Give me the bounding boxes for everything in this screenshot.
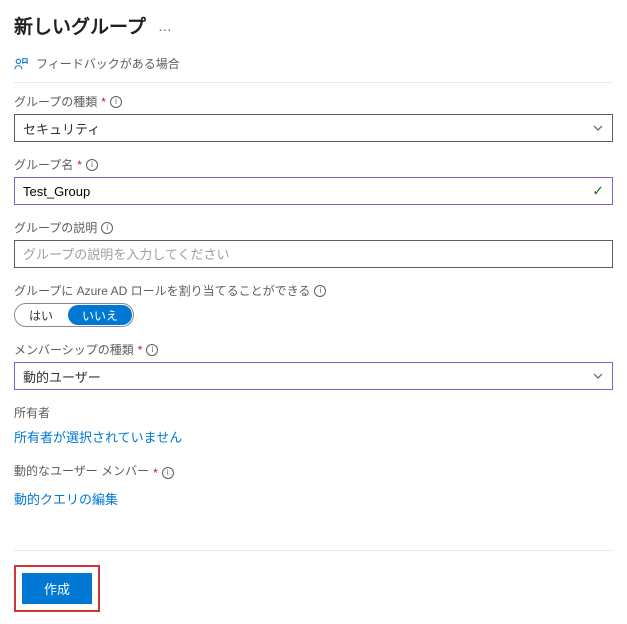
group-description-label: グループの説明 (14, 219, 97, 236)
checkmark-icon: ✓ (592, 183, 604, 200)
chevron-down-icon (592, 122, 604, 134)
azure-ad-role-label: グループに Azure AD ロールを割り当てることができる (14, 282, 310, 299)
dynamic-query-link[interactable]: 動的クエリの編集 (14, 487, 118, 510)
dynamic-members-label: 動的なユーザー メンバー (14, 462, 149, 479)
required-indicator: * (101, 95, 106, 109)
owners-link[interactable]: 所有者が選択されていません (14, 425, 182, 448)
toggle-option-yes[interactable]: はい (15, 304, 67, 326)
required-indicator: * (138, 343, 143, 357)
feedback-icon (14, 57, 28, 71)
info-icon[interactable]: i (101, 222, 113, 234)
page-title: 新しいグループ (14, 12, 146, 39)
create-button-highlight: 作成 (14, 565, 100, 612)
group-type-value: セキュリティ (23, 119, 100, 138)
membership-type-select[interactable]: 動的ユーザー (14, 362, 613, 390)
membership-type-label: メンバーシップの種類 (14, 341, 134, 358)
info-icon[interactable]: i (86, 159, 98, 171)
feedback-label: フィードバックがある場合 (36, 55, 180, 72)
info-icon[interactable]: i (146, 344, 158, 356)
create-button[interactable]: 作成 (22, 573, 92, 604)
info-icon[interactable]: i (110, 96, 122, 108)
owners-label: 所有者 (14, 404, 613, 421)
required-indicator: * (77, 158, 82, 172)
group-type-label: グループの種類 (14, 93, 97, 110)
group-name-input[interactable] (23, 178, 604, 204)
chevron-down-icon (592, 370, 604, 382)
more-menu-icon[interactable]: … (158, 18, 174, 34)
info-icon[interactable]: i (314, 285, 326, 297)
group-name-input-wrapper: ✓ (14, 177, 613, 205)
feedback-link[interactable]: フィードバックがある場合 (14, 55, 613, 83)
membership-type-value: 動的ユーザー (23, 367, 101, 386)
toggle-option-no[interactable]: いいえ (68, 305, 132, 325)
group-description-input[interactable] (23, 241, 604, 267)
required-indicator: * (153, 466, 158, 480)
azure-ad-role-toggle[interactable]: はい いいえ (14, 303, 134, 327)
group-name-label: グループ名 (14, 156, 73, 173)
info-icon[interactable]: i (162, 467, 174, 479)
group-type-select[interactable]: セキュリティ (14, 114, 613, 142)
group-description-input-wrapper (14, 240, 613, 268)
